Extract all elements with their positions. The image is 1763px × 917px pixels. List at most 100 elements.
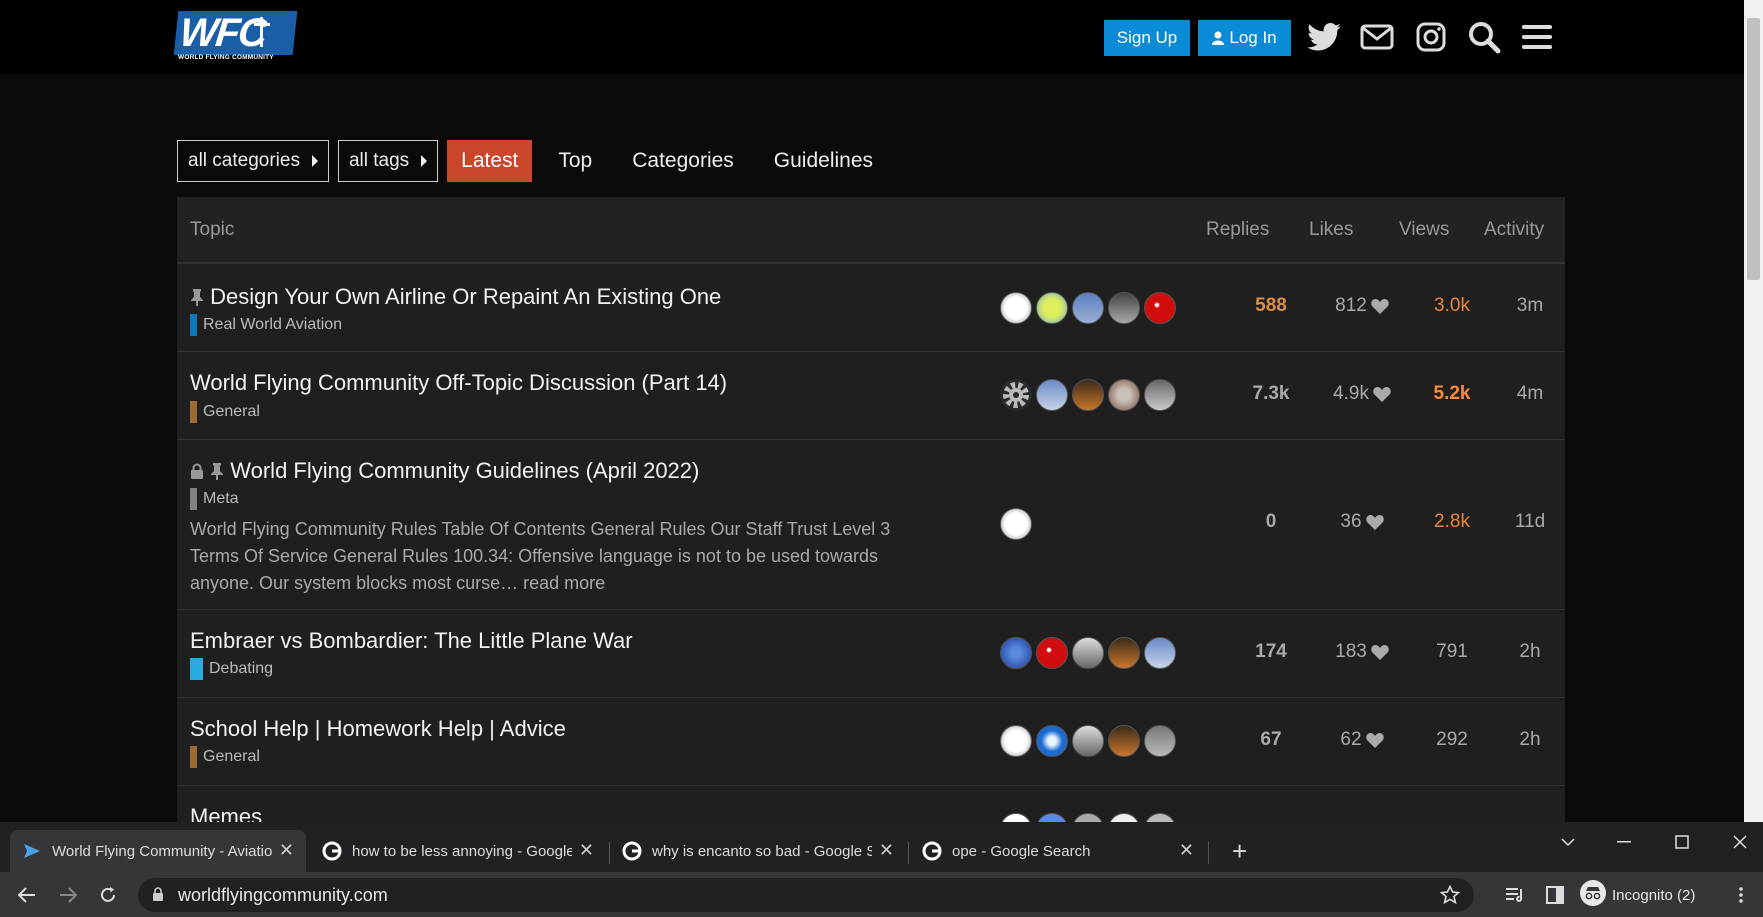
avatar[interactable]	[1108, 379, 1140, 411]
header-views[interactable]: Views	[1399, 219, 1449, 241]
read-more-link[interactable]: read more	[523, 573, 605, 593]
topic-title[interactable]: School Help | Homework Help | Advice	[190, 716, 566, 742]
activity-time[interactable]: 2h	[1495, 641, 1565, 663]
address-bar[interactable]: worldflyingcommunity.com	[138, 878, 1474, 912]
lock-icon	[191, 463, 203, 479]
kebab-menu-icon[interactable]	[1726, 880, 1756, 910]
topic-category[interactable]: Debating	[190, 658, 273, 680]
back-arrow-icon[interactable]	[12, 880, 42, 910]
nav-categories[interactable]: Categories	[618, 140, 748, 182]
page: WFC WORLD FLYING COMMUNITY Sign Up Log I…	[0, 0, 1763, 917]
login-label: Log In	[1229, 28, 1277, 47]
pin-icon	[211, 463, 224, 481]
avatar[interactable]	[1072, 379, 1104, 411]
incognito-indicator[interactable]: Incognito (2)	[1580, 878, 1695, 912]
twitter-icon[interactable]	[1305, 18, 1343, 56]
media-queue-icon[interactable]	[1500, 880, 1530, 910]
reply-count[interactable]: 588	[1231, 295, 1311, 317]
topic-title[interactable]: World Flying Community Guidelines (April…	[230, 458, 699, 483]
instagram-icon[interactable]	[1412, 18, 1450, 56]
avatar[interactable]	[1144, 637, 1176, 669]
topic-row[interactable]: School Help | Homework Help | Advice Gen…	[177, 698, 1565, 786]
avatar[interactable]	[1036, 292, 1068, 324]
minimize-icon[interactable]	[1604, 830, 1644, 854]
topic-row[interactable]: Design Your Own Airline Or Repaint An Ex…	[177, 264, 1565, 352]
topic-title[interactable]: Embraer vs Bombardier: The Little Plane …	[190, 628, 633, 654]
wfc-logo[interactable]: WFC WORLD FLYING COMMUNITY	[173, 11, 298, 63]
avatar[interactable]	[1144, 379, 1176, 411]
avatar[interactable]	[1144, 725, 1176, 757]
topic-title[interactable]: Design Your Own Airline Or Repaint An Ex…	[210, 284, 721, 309]
categories-dropdown-label: all categories	[188, 150, 300, 171]
activity-time[interactable]: 2h	[1495, 729, 1565, 751]
avatar[interactable]	[1036, 725, 1068, 757]
avatar[interactable]	[1000, 292, 1032, 324]
logo-cross-vertical	[260, 17, 263, 47]
reply-count[interactable]: 7.3k	[1231, 383, 1311, 405]
tags-dropdown[interactable]: all tags	[337, 140, 439, 182]
header-likes[interactable]: Likes	[1309, 219, 1353, 241]
nav-top[interactable]: Top	[544, 140, 606, 182]
window-close-icon[interactable]	[1720, 830, 1760, 854]
topic-category[interactable]: General	[190, 746, 260, 768]
avatar[interactable]	[1072, 292, 1104, 324]
tab-search-chevron-icon[interactable]	[1548, 830, 1588, 854]
header-topic[interactable]: Topic	[190, 219, 234, 241]
gear-icon[interactable]	[1000, 379, 1032, 411]
reply-count[interactable]: 67	[1231, 729, 1311, 751]
avatar[interactable]	[1072, 637, 1104, 669]
search-icon[interactable]	[1465, 18, 1503, 56]
topic-row[interactable]: Embraer vs Bombardier: The Little Plane …	[177, 610, 1565, 698]
header-replies[interactable]: Replies	[1206, 219, 1269, 241]
categories-dropdown[interactable]: all categories	[177, 140, 329, 182]
avatar[interactable]	[1144, 292, 1176, 324]
page-scrollbar[interactable]	[1744, 0, 1763, 822]
topic-row[interactable]: World Flying Community Off-Topic Discuss…	[177, 352, 1565, 440]
avatar[interactable]	[1108, 292, 1140, 324]
topic-category[interactable]: General	[190, 401, 260, 423]
close-icon[interactable]: ✕	[1179, 840, 1194, 861]
close-icon[interactable]: ✕	[879, 840, 894, 861]
topic-category[interactable]: Meta	[190, 488, 239, 510]
close-icon[interactable]: ✕	[579, 840, 594, 861]
signup-button[interactable]: Sign Up	[1104, 20, 1190, 56]
forward-arrow-icon[interactable]	[53, 880, 83, 910]
heart-icon	[1365, 733, 1384, 748]
avatar[interactable]	[1000, 725, 1032, 757]
topic-row[interactable]: World Flying Community Guidelines (April…	[177, 440, 1565, 610]
login-button[interactable]: Log In	[1198, 20, 1291, 56]
close-icon[interactable]: ✕	[279, 840, 294, 861]
avatar[interactable]	[1036, 379, 1068, 411]
activity-time[interactable]: 3m	[1495, 295, 1565, 317]
avatar[interactable]	[1000, 637, 1032, 669]
bookmark-star-icon[interactable]	[1439, 884, 1461, 910]
nav-latest[interactable]: Latest	[447, 140, 533, 182]
lock-icon[interactable]	[152, 887, 164, 906]
topic-title[interactable]: World Flying Community Off-Topic Discuss…	[190, 370, 727, 396]
avatar[interactable]	[1108, 637, 1140, 669]
reply-count[interactable]: 174	[1231, 641, 1311, 663]
header-activity[interactable]: Activity	[1484, 219, 1544, 241]
avatar[interactable]	[1072, 725, 1104, 757]
reload-icon[interactable]	[93, 880, 123, 910]
mail-icon[interactable]	[1358, 18, 1396, 56]
hamburger-menu-icon[interactable]	[1518, 18, 1556, 56]
url-text[interactable]: worldflyingcommunity.com	[178, 885, 388, 906]
avatar[interactable]	[1108, 725, 1140, 757]
topic-category[interactable]: Real World Aviation	[190, 314, 342, 336]
activity-time[interactable]: 11d	[1495, 511, 1565, 533]
maximize-icon[interactable]	[1662, 830, 1702, 854]
browser-tab[interactable]: how to be less annoying - Google ✕	[310, 830, 606, 872]
tab-title: ope - Google Search	[952, 842, 1091, 860]
side-panel-icon[interactable]	[1540, 880, 1570, 910]
activity-time[interactable]: 4m	[1495, 383, 1565, 405]
new-tab-button[interactable]: +	[1220, 830, 1260, 872]
avatar[interactable]	[1036, 637, 1068, 669]
scrollbar-thumb[interactable]	[1747, 18, 1760, 280]
reply-count[interactable]: 0	[1231, 511, 1311, 533]
nav-guidelines[interactable]: Guidelines	[760, 140, 887, 182]
browser-tab[interactable]: ope - Google Search ✕	[910, 830, 1206, 872]
browser-tab-active[interactable]: World Flying Community - Aviatio ✕	[10, 830, 306, 872]
avatar[interactable]	[1000, 508, 1032, 540]
browser-tab[interactable]: why is encanto so bad - Google S ✕	[610, 830, 906, 872]
